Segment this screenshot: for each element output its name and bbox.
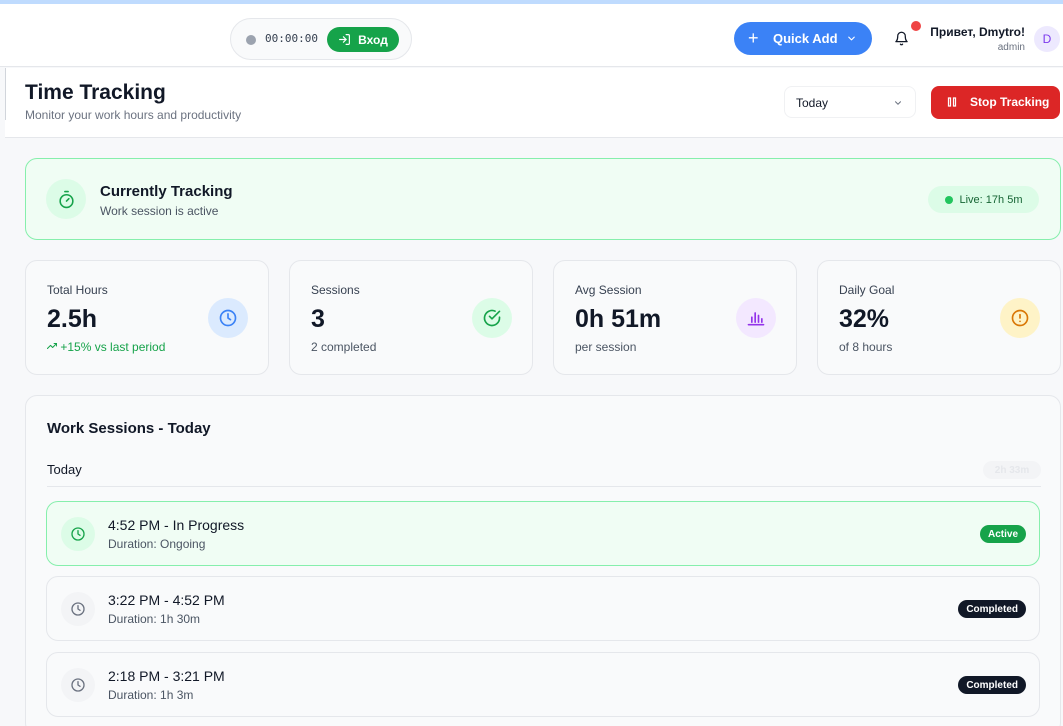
stat-value: 2.5h	[47, 305, 98, 333]
session-icon-box	[61, 517, 95, 551]
stat-note: per session	[575, 340, 637, 354]
bar-chart-icon	[747, 312, 765, 326]
stat-icon-box	[472, 298, 512, 338]
tracking-title: Currently Tracking	[100, 183, 233, 200]
stop-tracking-label: Stop Tracking	[970, 95, 1050, 109]
live-status-badge: Live: 17h 5m	[928, 186, 1039, 213]
session-duration: Duration: Ongoing	[108, 537, 206, 551]
stat-label: Sessions	[311, 283, 360, 297]
session-time: 3:22 PM - 4:52 PM	[108, 592, 225, 608]
divider	[47, 486, 1041, 487]
login-button-label: Вход	[358, 32, 388, 47]
trending-up-icon	[46, 342, 58, 350]
tracking-subtitle: Work session is active	[100, 204, 219, 218]
stat-note: +15% vs last period	[46, 340, 166, 354]
stat-icon-box	[736, 298, 776, 338]
live-dot	[944, 195, 953, 204]
period-select-value: Today	[796, 96, 829, 110]
chevron-down-icon[interactable]	[846, 33, 857, 44]
session-row[interactable]: 3:22 PM - 4:52 PM Duration: 1h 30m Compl…	[46, 576, 1040, 641]
stat-card-avg-session: Avg Session 0h 51m per session	[553, 260, 797, 375]
sidebar-edge	[5, 68, 6, 120]
clock-icon	[71, 527, 85, 541]
login-button[interactable]: Вход	[327, 27, 399, 52]
session-time: 2:18 PM - 3:21 PM	[108, 668, 225, 684]
stat-card-daily-goal: Daily Goal 32% of 8 hours	[817, 260, 1061, 375]
stat-note: 2 completed	[311, 340, 377, 354]
page-title: Time Tracking	[25, 81, 166, 104]
timer-widget: 00:00:00 Вход	[230, 18, 412, 60]
sessions-title: Work Sessions - Today	[47, 420, 211, 437]
session-row[interactable]: 4:52 PM - In Progress Duration: Ongoing …	[46, 501, 1040, 566]
status-badge: Active	[979, 525, 1026, 543]
top-header: 00:00:00 Вход + Quick Add Привет, Dmytro…	[0, 4, 1063, 67]
session-duration: Duration: 1h 3m	[108, 688, 194, 702]
session-row[interactable]: 2:18 PM - 3:21 PM Duration: 1h 3m Comple…	[46, 652, 1040, 717]
notification-dot	[911, 21, 921, 31]
stat-note: of 8 hours	[839, 340, 893, 354]
session-icon-box	[61, 592, 95, 626]
session-time: 4:52 PM - In Progress	[108, 517, 245, 533]
login-icon	[339, 34, 351, 45]
stopwatch-icon	[58, 190, 74, 208]
stat-label: Avg Session	[575, 283, 642, 297]
check-circle-icon	[483, 309, 501, 327]
timer-status-dot	[246, 35, 256, 45]
status-badge: Completed	[958, 600, 1026, 618]
currently-tracking-banner: Currently Tracking Work session is activ…	[25, 158, 1061, 240]
live-duration: Live: 17h 5m	[959, 193, 1023, 206]
user-greeting: Привет, Dmytro!	[930, 25, 1025, 39]
timer-display: 00:00:00	[265, 32, 318, 45]
quick-add-button[interactable]: + Quick Add	[734, 22, 872, 55]
user-role: admin	[997, 42, 1025, 53]
avatar[interactable]: D	[1034, 26, 1060, 52]
bell-icon[interactable]	[894, 31, 909, 46]
session-duration: Duration: 1h 30m	[108, 612, 201, 626]
stop-tracking-button[interactable]: Stop Tracking	[931, 86, 1060, 119]
session-icon-box	[61, 668, 95, 702]
session-day-label: Today	[47, 462, 82, 477]
clock-icon	[219, 309, 237, 327]
period-select[interactable]: Today	[784, 86, 916, 118]
stat-value: 3	[311, 305, 325, 333]
plus-icon: +	[748, 28, 759, 48]
alert-circle-icon	[1011, 309, 1029, 327]
quick-add-label: Quick Add	[773, 31, 838, 46]
page-subtitle: Monitor your work hours and productivity	[25, 108, 242, 122]
stat-value: 0h 51m	[575, 305, 662, 333]
clock-icon	[71, 678, 85, 692]
status-badge: Completed	[958, 676, 1026, 694]
stat-icon-box	[1000, 298, 1040, 338]
stat-label: Total Hours	[47, 283, 108, 297]
stat-note-text: +15% vs last period	[60, 340, 166, 354]
stat-icon-box	[208, 298, 248, 338]
stat-label: Daily Goal	[839, 283, 895, 297]
tracking-icon-box	[46, 179, 86, 219]
clock-icon	[71, 602, 85, 616]
session-day-total: 2h 33m	[983, 461, 1041, 479]
stat-value: 32%	[839, 305, 890, 333]
stat-card-total-hours: Total Hours 2.5h +15% vs last period	[25, 260, 269, 375]
stat-card-sessions: Sessions 3 2 completed	[289, 260, 533, 375]
chevron-down-icon	[894, 101, 902, 105]
pause-icon	[947, 97, 957, 107]
